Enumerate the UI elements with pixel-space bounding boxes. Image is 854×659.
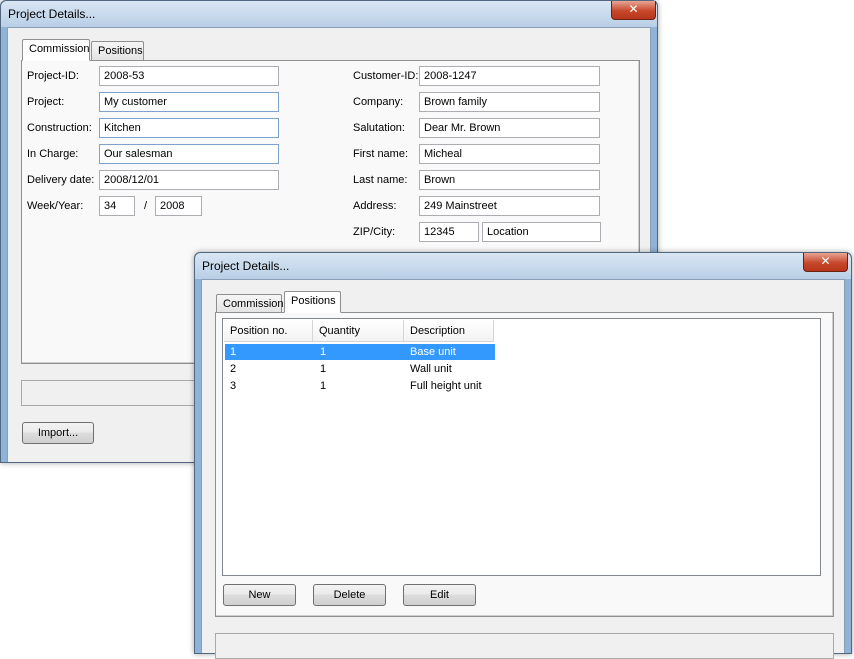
cell-quantity: 1 xyxy=(320,346,327,358)
front-window-titlebar[interactable]: Project Details... ✕ xyxy=(195,253,851,279)
back-window-titlebar[interactable]: Project Details... ✕ xyxy=(1,1,657,27)
address-label: Address: xyxy=(353,200,397,212)
tab-commission[interactable]: Commission xyxy=(216,294,284,313)
front-window-client: Commission Positions Position no. Quanti… xyxy=(201,279,845,659)
front-window-close-button[interactable]: ✕ xyxy=(803,253,848,272)
cell-description: Base unit xyxy=(410,346,456,358)
first-name-field[interactable]: Micheal xyxy=(419,144,600,164)
table-row[interactable]: 1 1 Base unit xyxy=(224,344,819,361)
in-charge-field[interactable]: Our salesman xyxy=(99,144,279,164)
table-row[interactable]: 2 1 Wall unit xyxy=(224,361,819,378)
positions-panel: Position no. Quantity Description 1 1 Ba… xyxy=(215,312,834,617)
column-header-quantity[interactable]: Quantity xyxy=(313,320,404,342)
year-field[interactable]: 2008 xyxy=(155,196,202,216)
company-field[interactable]: Brown family xyxy=(419,92,600,112)
front-window: Project Details... ✕ Commission Position… xyxy=(194,252,852,659)
tab-commission[interactable]: Commission xyxy=(22,39,90,61)
import-button[interactable]: Import... xyxy=(22,422,94,444)
week-year-separator: / xyxy=(144,200,148,212)
project-field[interactable]: My customer xyxy=(99,92,279,112)
address-field[interactable]: 249 Mainstreet xyxy=(419,196,600,216)
new-button[interactable]: New xyxy=(223,584,296,606)
cell-quantity: 1 xyxy=(320,380,327,392)
first-name-label: First name: xyxy=(353,148,409,160)
company-label: Company: xyxy=(353,96,404,108)
cell-description: Wall unit xyxy=(410,363,452,375)
edit-button[interactable]: Edit xyxy=(403,584,476,606)
salutation-field[interactable]: Dear Mr. Brown xyxy=(419,118,600,138)
in-charge-label: In Charge: xyxy=(27,148,79,160)
delivery-date-field[interactable]: 2008/12/01 xyxy=(99,170,279,190)
construction-label: Construction: xyxy=(27,122,92,134)
project-label: Project: xyxy=(27,96,65,108)
project-id-field[interactable]: 2008-53 xyxy=(99,66,279,86)
back-window-title: Project Details... xyxy=(8,7,96,21)
table-row[interactable]: 3 1 Full height unit xyxy=(224,378,819,395)
cell-position-no: 2 xyxy=(230,363,237,375)
zip-field[interactable]: 12345 xyxy=(419,222,479,242)
cell-description: Full height unit xyxy=(410,380,482,392)
week-year-label: Week/Year: xyxy=(27,200,84,212)
project-id-label: Project-ID: xyxy=(27,70,79,82)
tab-positions[interactable]: Positions xyxy=(91,41,144,60)
tab-positions[interactable]: Positions xyxy=(284,291,341,313)
delivery-date-label: Delivery date: xyxy=(27,174,95,186)
salutation-label: Salutation: xyxy=(353,122,405,134)
zip-city-label: ZIP/City: xyxy=(353,226,396,238)
construction-field[interactable]: Kitchen xyxy=(99,118,279,138)
cell-quantity: 1 xyxy=(320,363,327,375)
front-window-title: Project Details... xyxy=(202,259,290,273)
city-field[interactable]: Location xyxy=(482,222,601,242)
last-name-field[interactable]: Brown xyxy=(419,170,600,190)
column-header-description[interactable]: Description xyxy=(404,320,494,342)
cell-position-no: 3 xyxy=(230,380,237,392)
positions-list[interactable]: Position no. Quantity Description 1 1 Ba… xyxy=(222,318,821,576)
column-header-position-no[interactable]: Position no. xyxy=(224,320,313,342)
customer-id-field[interactable]: 2008-1247 xyxy=(419,66,600,86)
delete-button[interactable]: Delete xyxy=(313,584,386,606)
week-field[interactable]: 34 xyxy=(99,196,135,216)
front-status-bar xyxy=(215,633,834,659)
last-name-label: Last name: xyxy=(353,174,408,186)
cell-position-no: 1 xyxy=(230,346,237,358)
customer-id-label: Customer-ID: xyxy=(353,70,419,82)
back-window-close-button[interactable]: ✕ xyxy=(611,1,656,20)
